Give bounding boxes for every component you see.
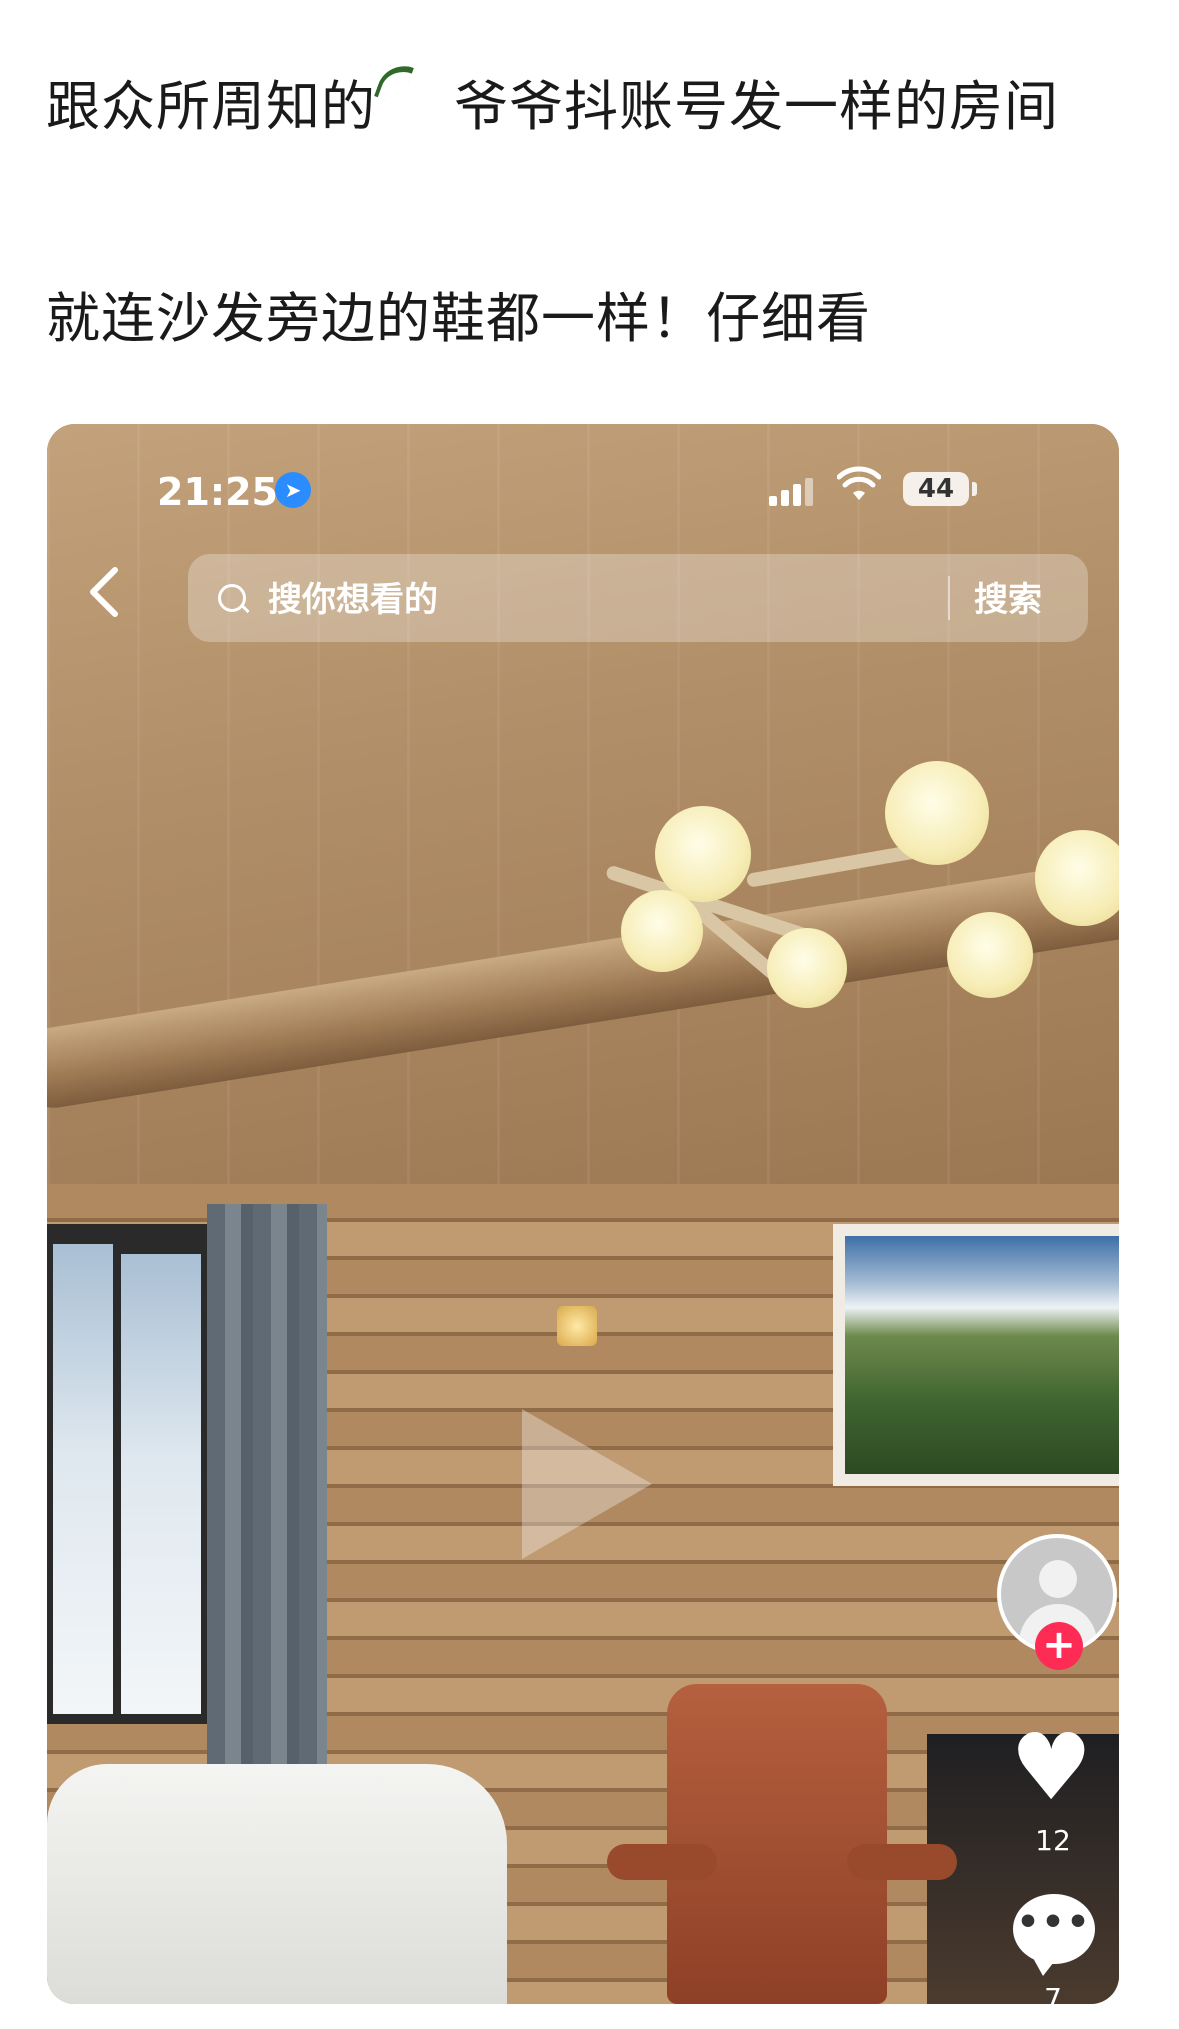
search-divider [948,576,950,620]
window-image [47,1224,217,1724]
chandelier-globe-image [767,928,847,1008]
comment-count: 7 [1044,1982,1062,2004]
chandelier-globe-image [621,890,703,972]
search-button[interactable]: 搜索 [974,572,1042,621]
wifi-icon [836,466,882,509]
post-text-line-2: 就连沙发旁边的鞋都一样！仔细看 [46,287,871,350]
comment-bubble-icon[interactable]: ••• [1013,1894,1095,1976]
search-icon [218,584,246,612]
search-bar[interactable]: 搜你想看的 搜索 [188,554,1088,642]
search-input[interactable]: 搜你想看的 [268,572,438,621]
curtain-image [207,1204,327,1764]
sofa-image [47,1764,507,2004]
status-time: 21:25 [157,470,278,514]
like-count: 12 [1035,1824,1071,1857]
landscape-painting-image [833,1224,1119,1486]
post-text-part-2: 爷爷抖账号发一样的房间 [454,75,1059,138]
chandelier-globe-image [947,912,1033,998]
battery-tip [972,482,977,496]
heart-icon[interactable]: ♥ [1010,1722,1092,1814]
back-button[interactable] [83,562,133,624]
chandelier-globe-image [655,806,751,902]
embedded-video-screenshot[interactable]: 21:25 ➤ 44 搜你想看的 搜索 + ♥ 12 ••• 7 [47,424,1119,2004]
follow-plus-button[interactable]: + [1035,1622,1083,1670]
chevron-left-icon [90,567,118,617]
cellular-signal-icon [769,476,819,506]
wall-lamp-image [557,1306,597,1346]
play-icon[interactable] [522,1409,652,1559]
battery-indicator: 44 [903,472,969,506]
post-text-part-1: 跟众所周知的 [46,75,376,138]
chandelier-globe-image [885,761,989,865]
post-text-line-1: 跟众所周知的 爷爷抖账号发一样的房间 [46,58,1059,141]
location-arrow-icon: ➤ [275,472,311,508]
leaf-emoji-icon [374,58,414,106]
